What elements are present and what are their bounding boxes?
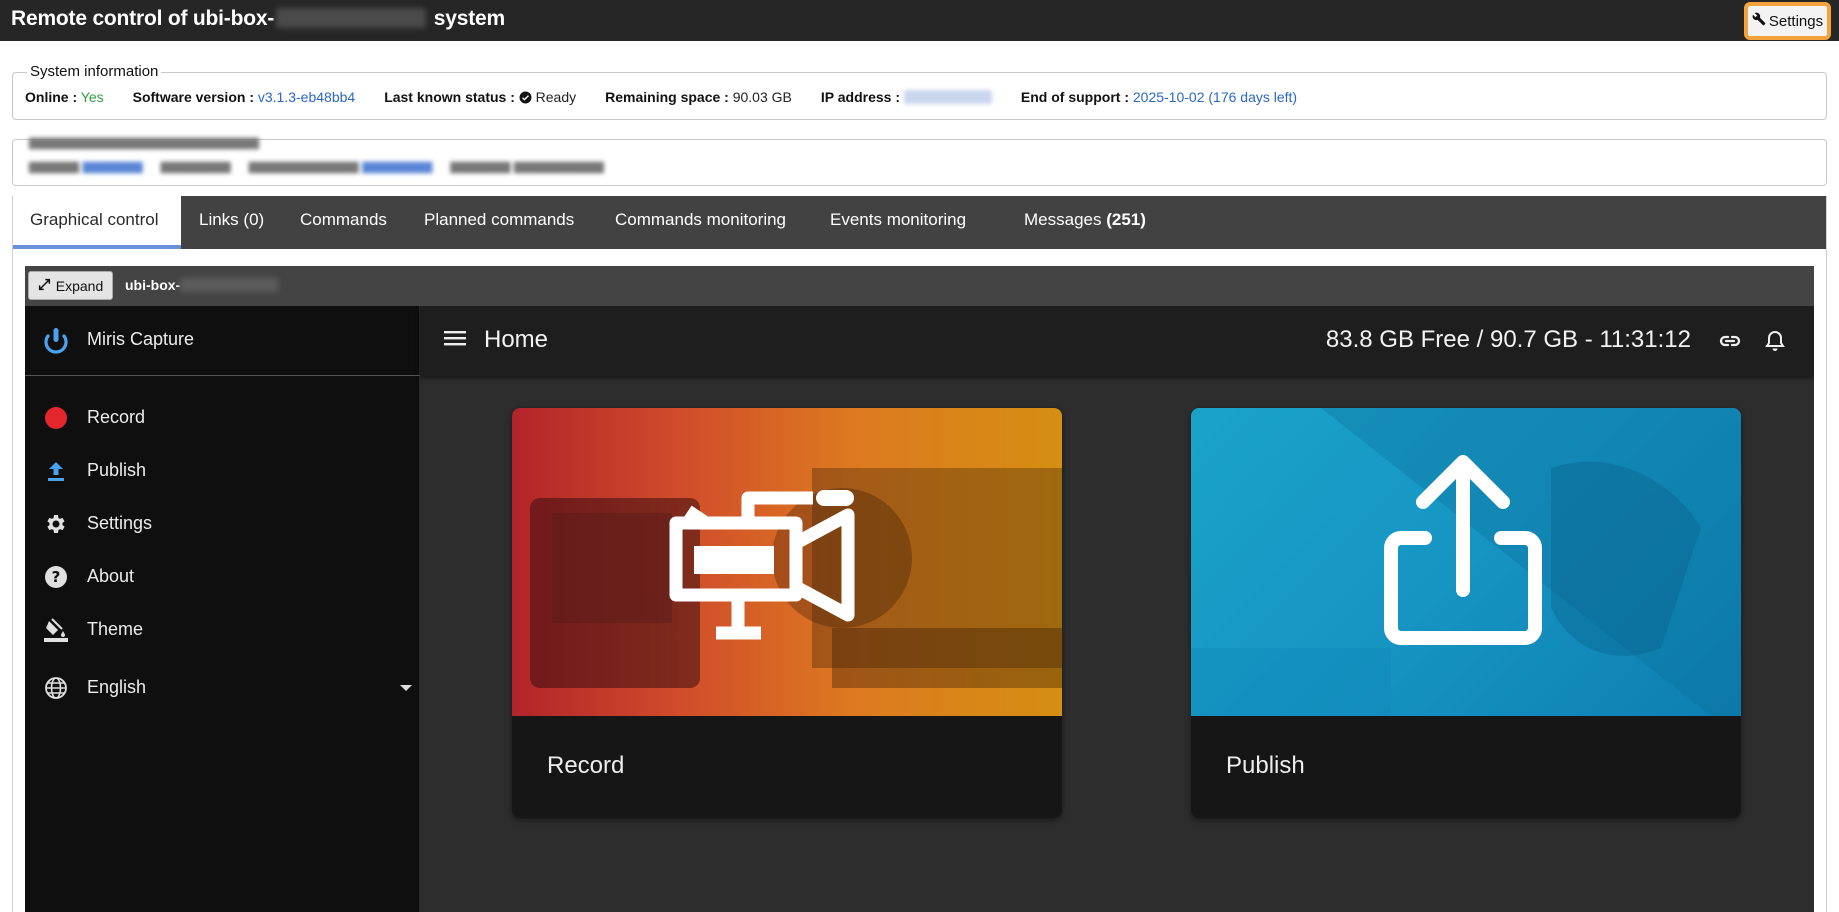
redacted-device-id [180,278,279,292]
tab-bar: Graphical control Links (0) Commands Pla… [12,196,1827,249]
share-upload-icon [1384,455,1542,645]
redacted-box-id [276,8,427,28]
status-value: Ready [535,89,577,105]
miris-logo-icon [43,327,69,360]
tab-commands-monitoring[interactable]: Commands monitoring [598,196,803,249]
remote-view-header: Expand ubi-box- [25,266,1814,306]
software-version-info: Software version : v3.1.3-eb48bb4 [132,89,356,105]
page-title: Remote control of ubi-box- system [11,7,505,31]
check-circle-icon [519,89,532,105]
app-brand: Miris Capture [25,306,420,376]
nav-about[interactable]: ? About [25,554,420,598]
publish-card[interactable]: Publish [1191,408,1741,818]
tab-events-monitoring[interactable]: Events monitoring [813,196,983,249]
end-of-support-info: End of support : 2025-10-02 (176 days le… [1020,89,1298,105]
nav-publish[interactable]: Publish [25,448,420,492]
settings-button-label: Settings [1768,12,1824,30]
nav-settings[interactable]: Settings [25,501,420,545]
system-information-panel: System information Online : Yes Software… [12,63,1827,120]
record-card[interactable]: Record [512,408,1062,818]
title-prefix: Remote control of ubi-box- [11,7,275,30]
nav-theme[interactable]: Theme [25,607,420,651]
upload-icon [43,458,69,484]
storage-clock-readout: 83.8 GB Free / 90.7 GB - 11:31:12 [1325,326,1691,353]
app-sidebar: Miris Capture Record Publish Settings ? … [25,306,420,912]
video-camera-icon [669,490,855,640]
help-icon: ? [43,564,69,590]
online-info: Online : Yes [25,89,104,105]
end-of-support-link[interactable]: 2025-10-02 (176 days left) [1133,89,1297,105]
tab-planned-commands[interactable]: Planned commands [407,196,591,249]
gear-icon [43,511,69,537]
publish-card-image [1191,408,1741,716]
tab-links[interactable]: Links (0) [182,196,281,249]
remote-device-name: ubi-box- [125,277,279,293]
tab-content: Expand ubi-box- Miris Capture Record Pub… [12,249,1827,912]
expand-arrows-icon [38,278,51,294]
online-value: Yes [80,89,104,105]
globe-icon [43,675,69,701]
redacted-additional-info: ▆▆▆▆▆▆▆▆▆▆▆▆▆▆▆▆▆▆▆▆▆▆▆ ▆▆▆▆▆ ▆▆▆▆▆▆ ▆▆▆… [29,134,604,173]
remaining-space-info: Remaining space : 90.03 GB [605,89,792,105]
additional-information-panel: ▆▆▆▆▆▆▆▆▆▆▆▆▆▆▆▆▆▆▆▆▆▆▆ ▆▆▆▆▆ ▆▆▆▆▆▆ ▆▆▆… [12,134,1827,186]
software-version-link[interactable]: v3.1.3-eb48bb4 [258,89,355,105]
record-card-image [512,408,1062,716]
remote-app-screen[interactable]: Miris Capture Record Publish Settings ? … [25,306,1814,912]
svg-text:?: ? [52,568,61,586]
wrench-icon [1752,12,1766,30]
paint-bucket-icon [43,617,69,643]
tab-commands[interactable]: Commands [283,196,404,249]
ip-address-info: IP address : [821,89,992,105]
record-dot-icon [43,405,69,431]
app-brand-name: Miris Capture [87,329,195,349]
tab-messages[interactable]: Messages (251) [1007,196,1163,249]
bell-icon[interactable] [1765,329,1785,358]
app-page-title: Home [484,326,549,353]
remaining-space-value: 90.03 GB [732,89,792,105]
tab-graphical-control[interactable]: Graphical control [13,196,181,249]
expand-button-label: Expand [55,277,104,294]
messages-count: (251) [1106,210,1146,229]
status-info: Last known status : Ready [384,89,577,105]
redacted-ip [903,90,992,104]
chevron-down-icon [400,685,412,691]
record-card-label: Record [547,752,625,779]
link-icon[interactable] [1718,330,1742,357]
system-information-legend: System information [27,63,162,80]
nav-language-select[interactable]: English [25,665,420,709]
top-bar: Remote control of ubi-box- system Settin… [0,0,1839,41]
nav-record[interactable]: Record [25,395,420,439]
settings-button[interactable]: Settings [1744,2,1831,40]
menu-icon[interactable] [444,329,466,352]
title-suffix: system [428,7,505,30]
expand-button[interactable]: Expand [28,271,113,300]
publish-card-label: Publish [1226,752,1305,779]
app-bar: Home 83.8 GB Free / 90.7 GB - 11:31:12 [420,306,1814,376]
